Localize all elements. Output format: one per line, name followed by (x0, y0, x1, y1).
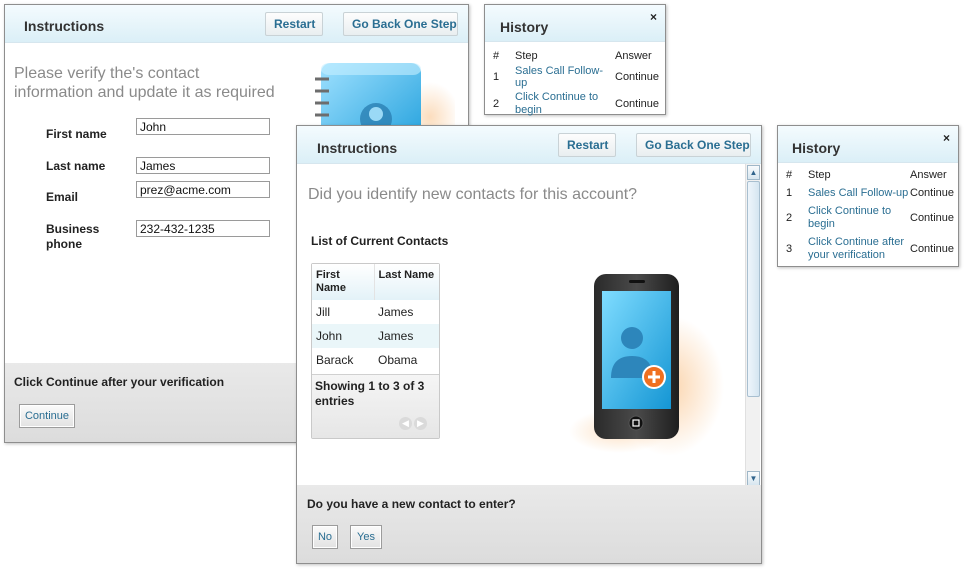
table-row[interactable]: Barack Obama (312, 348, 439, 372)
history-row-num: 1 (493, 71, 500, 83)
history-step-link[interactable]: Click Continue to begin (515, 89, 615, 119)
scroll-down-icon[interactable]: ▼ (747, 471, 760, 486)
history-header: History × (485, 5, 665, 42)
first-name-field[interactable] (136, 118, 270, 135)
phone-add-contact-icon (559, 266, 729, 461)
email-field[interactable] (136, 181, 270, 198)
table-row[interactable]: Jill James (312, 300, 439, 324)
pager: ◀ ▶ (397, 415, 427, 430)
prompt-text: Please verify the's contact information … (14, 65, 275, 101)
table-row[interactable]: John James (312, 324, 439, 348)
go-back-button[interactable]: Go Back One Step (343, 12, 458, 36)
restart-button[interactable]: Restart (558, 133, 616, 157)
col-first-name[interactable]: First Name (312, 264, 375, 300)
history-row-num: 1 (786, 186, 793, 199)
panel-footer: Do you have a new contact to enter? No Y… (297, 485, 761, 563)
history-col-step: Step (808, 169, 831, 181)
showing-entries: Showing 1 to 3 of 3 entries (315, 379, 425, 408)
close-icon[interactable]: × (943, 131, 950, 145)
last-name-label: Last name (46, 159, 106, 173)
history-step-link[interactable]: Click Continue to begin (808, 202, 910, 233)
yes-button[interactable]: Yes (350, 525, 382, 549)
footer-question: Click Continue after your verification (14, 375, 225, 389)
col-last-name[interactable]: Last Name (374, 264, 439, 300)
panel-header: Instructions Restart Go Back One Step (5, 5, 468, 43)
history-panel-2: History × # Step Answer 1 Sales Call Fol… (777, 125, 959, 267)
go-back-button[interactable]: Go Back One Step (636, 133, 751, 157)
history-row-answer: Continue (910, 242, 955, 255)
cell-first: Barack (316, 353, 354, 367)
last-name-field[interactable] (136, 157, 270, 174)
cell-last: James (374, 324, 439, 348)
prompt-text: Did you identify new contacts for this a… (308, 186, 638, 203)
history-title: History (500, 19, 549, 35)
history-row-answer: Continue (910, 211, 955, 224)
history-table: # Step Answer 1 Sales Call Follow-up Con… (786, 167, 956, 264)
history-row-answer: Continue (910, 186, 955, 199)
email-label: Email (46, 190, 79, 204)
history-row-answer: Continue (615, 71, 660, 83)
contacts-table: First Name Last Name Jill James John Jam… (312, 264, 439, 372)
business-phone-field[interactable] (136, 220, 270, 237)
panel-title: Instructions (24, 18, 105, 34)
history-panel-1: History × # Step Answer 1 Sales Call Fol… (484, 4, 666, 116)
contacts-heading: List of Current Contacts (311, 234, 449, 248)
history-col-answer: Answer (615, 50, 652, 62)
history-row-num: 2 (493, 98, 500, 110)
footer-question: Do you have a new contact to enter? (307, 497, 516, 511)
business-phone-label: Business phone (46, 222, 100, 251)
history-row-num: 3 (786, 242, 793, 255)
restart-button[interactable]: Restart (265, 12, 323, 36)
first-name-label: First name (46, 127, 107, 141)
panel-title: Instructions (317, 140, 398, 156)
history-col-num: # (493, 50, 500, 62)
cell-last: James (378, 305, 414, 319)
continue-button[interactable]: Continue (19, 404, 75, 428)
prev-page-icon[interactable]: ◀ (399, 417, 412, 430)
history-step-link[interactable]: Sales Call Follow-up (515, 65, 615, 89)
history-col-step: Step (515, 50, 538, 62)
no-button[interactable]: No (312, 525, 338, 549)
scroll-up-icon[interactable]: ▲ (747, 165, 760, 180)
close-icon[interactable]: × (650, 10, 657, 24)
next-page-icon[interactable]: ▶ (414, 417, 427, 430)
contacts-table-box: First Name Last Name Jill James John Jam… (311, 263, 440, 439)
history-row-num: 2 (786, 211, 793, 224)
history-col-num: # (786, 169, 793, 181)
cell-last: Obama (378, 353, 418, 367)
cell-first: John (312, 324, 374, 348)
history-header: History × (778, 126, 958, 163)
history-step-link[interactable]: Click Continue after your verification (808, 233, 910, 264)
history-title: History (792, 140, 841, 156)
history-step-link[interactable]: Sales Call Follow-up (808, 183, 910, 202)
history-table: # Step Answer 1 Sales Call Follow-up Con… (493, 47, 661, 119)
table-footer: Showing 1 to 3 of 3 entries ◀ ▶ (312, 374, 439, 438)
history-col-answer: Answer (910, 169, 947, 181)
instructions-panel-2: Instructions Restart Go Back One Step Di… (296, 125, 762, 564)
history-row-answer: Continue (615, 98, 660, 110)
scroll-thumb[interactable] (747, 181, 760, 397)
panel-header: Instructions Restart Go Back One Step (297, 126, 761, 164)
cell-first: Jill (316, 305, 330, 319)
vertical-scrollbar[interactable]: ▲ ▼ (745, 164, 760, 487)
